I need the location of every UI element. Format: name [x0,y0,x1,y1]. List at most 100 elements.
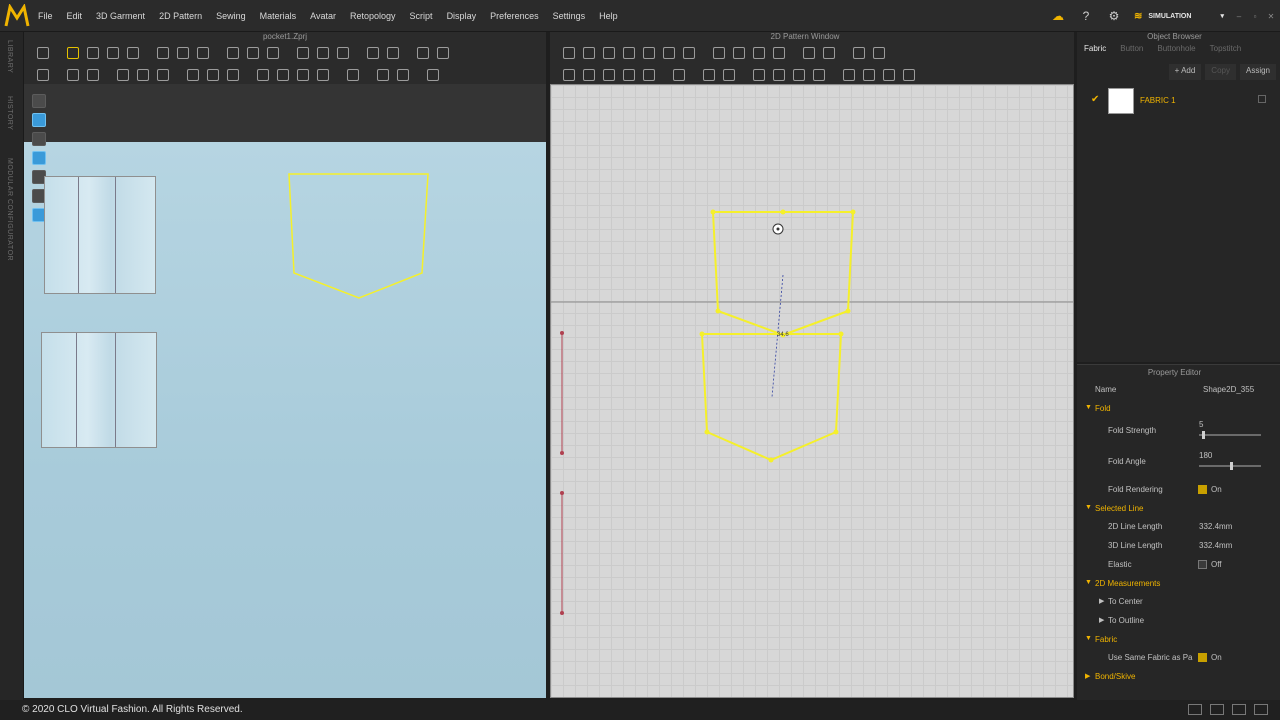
menu-sewing[interactable]: Sewing [216,11,246,21]
measure-icon[interactable] [225,45,239,59]
circle-icon[interactable] [275,67,289,81]
menu-file[interactable]: File [38,11,53,21]
steam-icon[interactable] [265,45,279,59]
ellipse-icon[interactable] [751,45,765,59]
fold-angle-value[interactable]: 180 [1199,451,1212,460]
bond-skive-section[interactable]: ▶ Bond/Skive [1077,668,1280,686]
menu-help[interactable]: Help [599,11,618,21]
zipper-2d-icon[interactable] [811,67,825,81]
transform-icon[interactable] [105,45,119,59]
buttonhole-icon[interactable] [721,67,735,81]
select-mesh-icon[interactable] [85,45,99,59]
graphic-icon[interactable] [225,67,239,81]
shrink-icon[interactable] [295,45,309,59]
pin-icon[interactable] [155,45,169,59]
pin-lasso-icon[interactable] [195,45,209,59]
tab-button[interactable]: Button [1113,42,1150,56]
tab-fabric[interactable]: Fabric [1077,42,1113,56]
free-sewing-2d-icon[interactable] [601,67,615,81]
menu-settings[interactable]: Settings [553,11,586,21]
fold-rendering-checkbox[interactable] [1198,485,1207,494]
add-point-icon[interactable] [641,45,655,59]
slash-icon[interactable] [661,45,675,59]
fold-strength-value[interactable]: 5 [1199,420,1203,429]
fold-arrangement-icon[interactable] [125,45,139,59]
m-n-sewing-icon[interactable] [155,67,169,81]
name-value[interactable]: Shape2D_355 [1203,385,1254,394]
2d-pattern-window[interactable]: 34.6 [550,84,1074,698]
edit-texture-icon[interactable] [671,67,685,81]
fold-angle-slider[interactable] [1199,462,1261,470]
menu-preferences[interactable]: Preferences [490,11,539,21]
puckering-2d-icon[interactable] [791,67,805,81]
avatar-measure-icon[interactable] [315,67,329,81]
close-icon[interactable]: ✕ [1264,12,1278,21]
segment-sewing-2d-icon[interactable] [581,67,595,81]
curvature-icon[interactable] [621,45,635,59]
elastic-checkbox[interactable] [1198,560,1207,569]
grid-view-icon[interactable] [1210,704,1224,715]
measure-2d-icon[interactable] [901,67,915,81]
clo-logo-icon[interactable] [4,4,30,28]
minimize-icon[interactable]: – [1232,12,1246,21]
same-fabric-checkbox[interactable] [1198,653,1207,662]
2d-measurements-section[interactable]: ▼ 2D Measurements [1077,575,1280,593]
button-2d-icon[interactable] [701,67,715,81]
sewing-line-icon[interactable] [375,67,389,81]
modular-configurator-tab[interactable]: MODULAR CONFIGURATOR [6,158,13,261]
internal-polygon-icon[interactable] [771,45,785,59]
menu-avatar[interactable]: Avatar [310,11,336,21]
simulation-mode-dropdown[interactable]: ≋ SIMULATION ▾ [1134,11,1224,22]
to-center-row[interactable]: ▶ To Center [1077,593,1280,611]
point-icon[interactable] [255,67,269,81]
dashed-line-icon[interactable] [861,67,875,81]
tack-on-avatar-icon[interactable] [85,67,99,81]
free-sewing-icon[interactable] [135,67,149,81]
menu-display[interactable]: Display [447,11,477,21]
fabric-swatch[interactable] [1108,88,1134,114]
fold-icon[interactable] [681,45,695,59]
fold-strength-slider[interactable] [1199,431,1261,439]
cloud-icon[interactable]: ☁ [1050,8,1066,24]
button-icon[interactable] [335,45,349,59]
dart-icon[interactable] [801,45,815,59]
wave-line-icon[interactable] [881,67,895,81]
segment-sewing-icon[interactable] [115,67,129,81]
fold-angle-slider-knob[interactable] [1230,462,1233,470]
restore-icon[interactable]: ▫ [1248,12,1262,21]
fold-section[interactable]: ▼ Fold [1077,400,1280,418]
grading-icon[interactable] [871,45,885,59]
zipper-icon[interactable] [365,45,379,59]
edit-curve-icon[interactable] [601,45,615,59]
fold-strength-slider-knob[interactable] [1202,431,1206,439]
edit-sewing-icon[interactable] [561,67,575,81]
menu-materials[interactable]: Materials [260,11,297,21]
select-move-icon[interactable] [35,45,49,59]
line-icon[interactable] [295,67,309,81]
menu-script[interactable]: Script [410,11,433,21]
topstitch-2d-icon[interactable] [751,67,765,81]
menu-3d-garment[interactable]: 3D Garment [96,11,145,21]
rectangle-icon[interactable] [731,45,745,59]
arrange-icon[interactable] [425,67,439,81]
fabric-list-item[interactable]: ✔ FABRIC 1 [1077,88,1280,114]
tab-topstitch[interactable]: Topstitch [1203,42,1249,56]
fold-icon[interactable] [315,45,329,59]
trim-icon[interactable] [345,67,359,81]
panel-view-icon[interactable] [1254,704,1268,715]
add-fabric-button[interactable]: + Add [1168,64,1202,80]
polygon-icon[interactable] [711,45,725,59]
copy-fabric-button[interactable]: Copy [1205,64,1236,80]
selected-line-section[interactable]: ▼ Selected Line [1077,500,1280,518]
library-tab[interactable]: LIBRARY [6,40,13,73]
sewing-length-icon[interactable] [641,67,655,81]
move-gizmo-icon[interactable] [65,45,79,59]
assign-fabric-button[interactable]: Assign [1239,64,1276,80]
line-2d-icon[interactable] [841,67,855,81]
split-view-icon[interactable] [1232,704,1246,715]
menu-2d-pattern[interactable]: 2D Pattern [159,11,202,21]
menu-retopology[interactable]: Retopology [350,11,396,21]
simulation-icon[interactable] [35,67,49,81]
grid-icon[interactable] [415,45,429,59]
fabric-options-icon[interactable] [1258,95,1266,103]
